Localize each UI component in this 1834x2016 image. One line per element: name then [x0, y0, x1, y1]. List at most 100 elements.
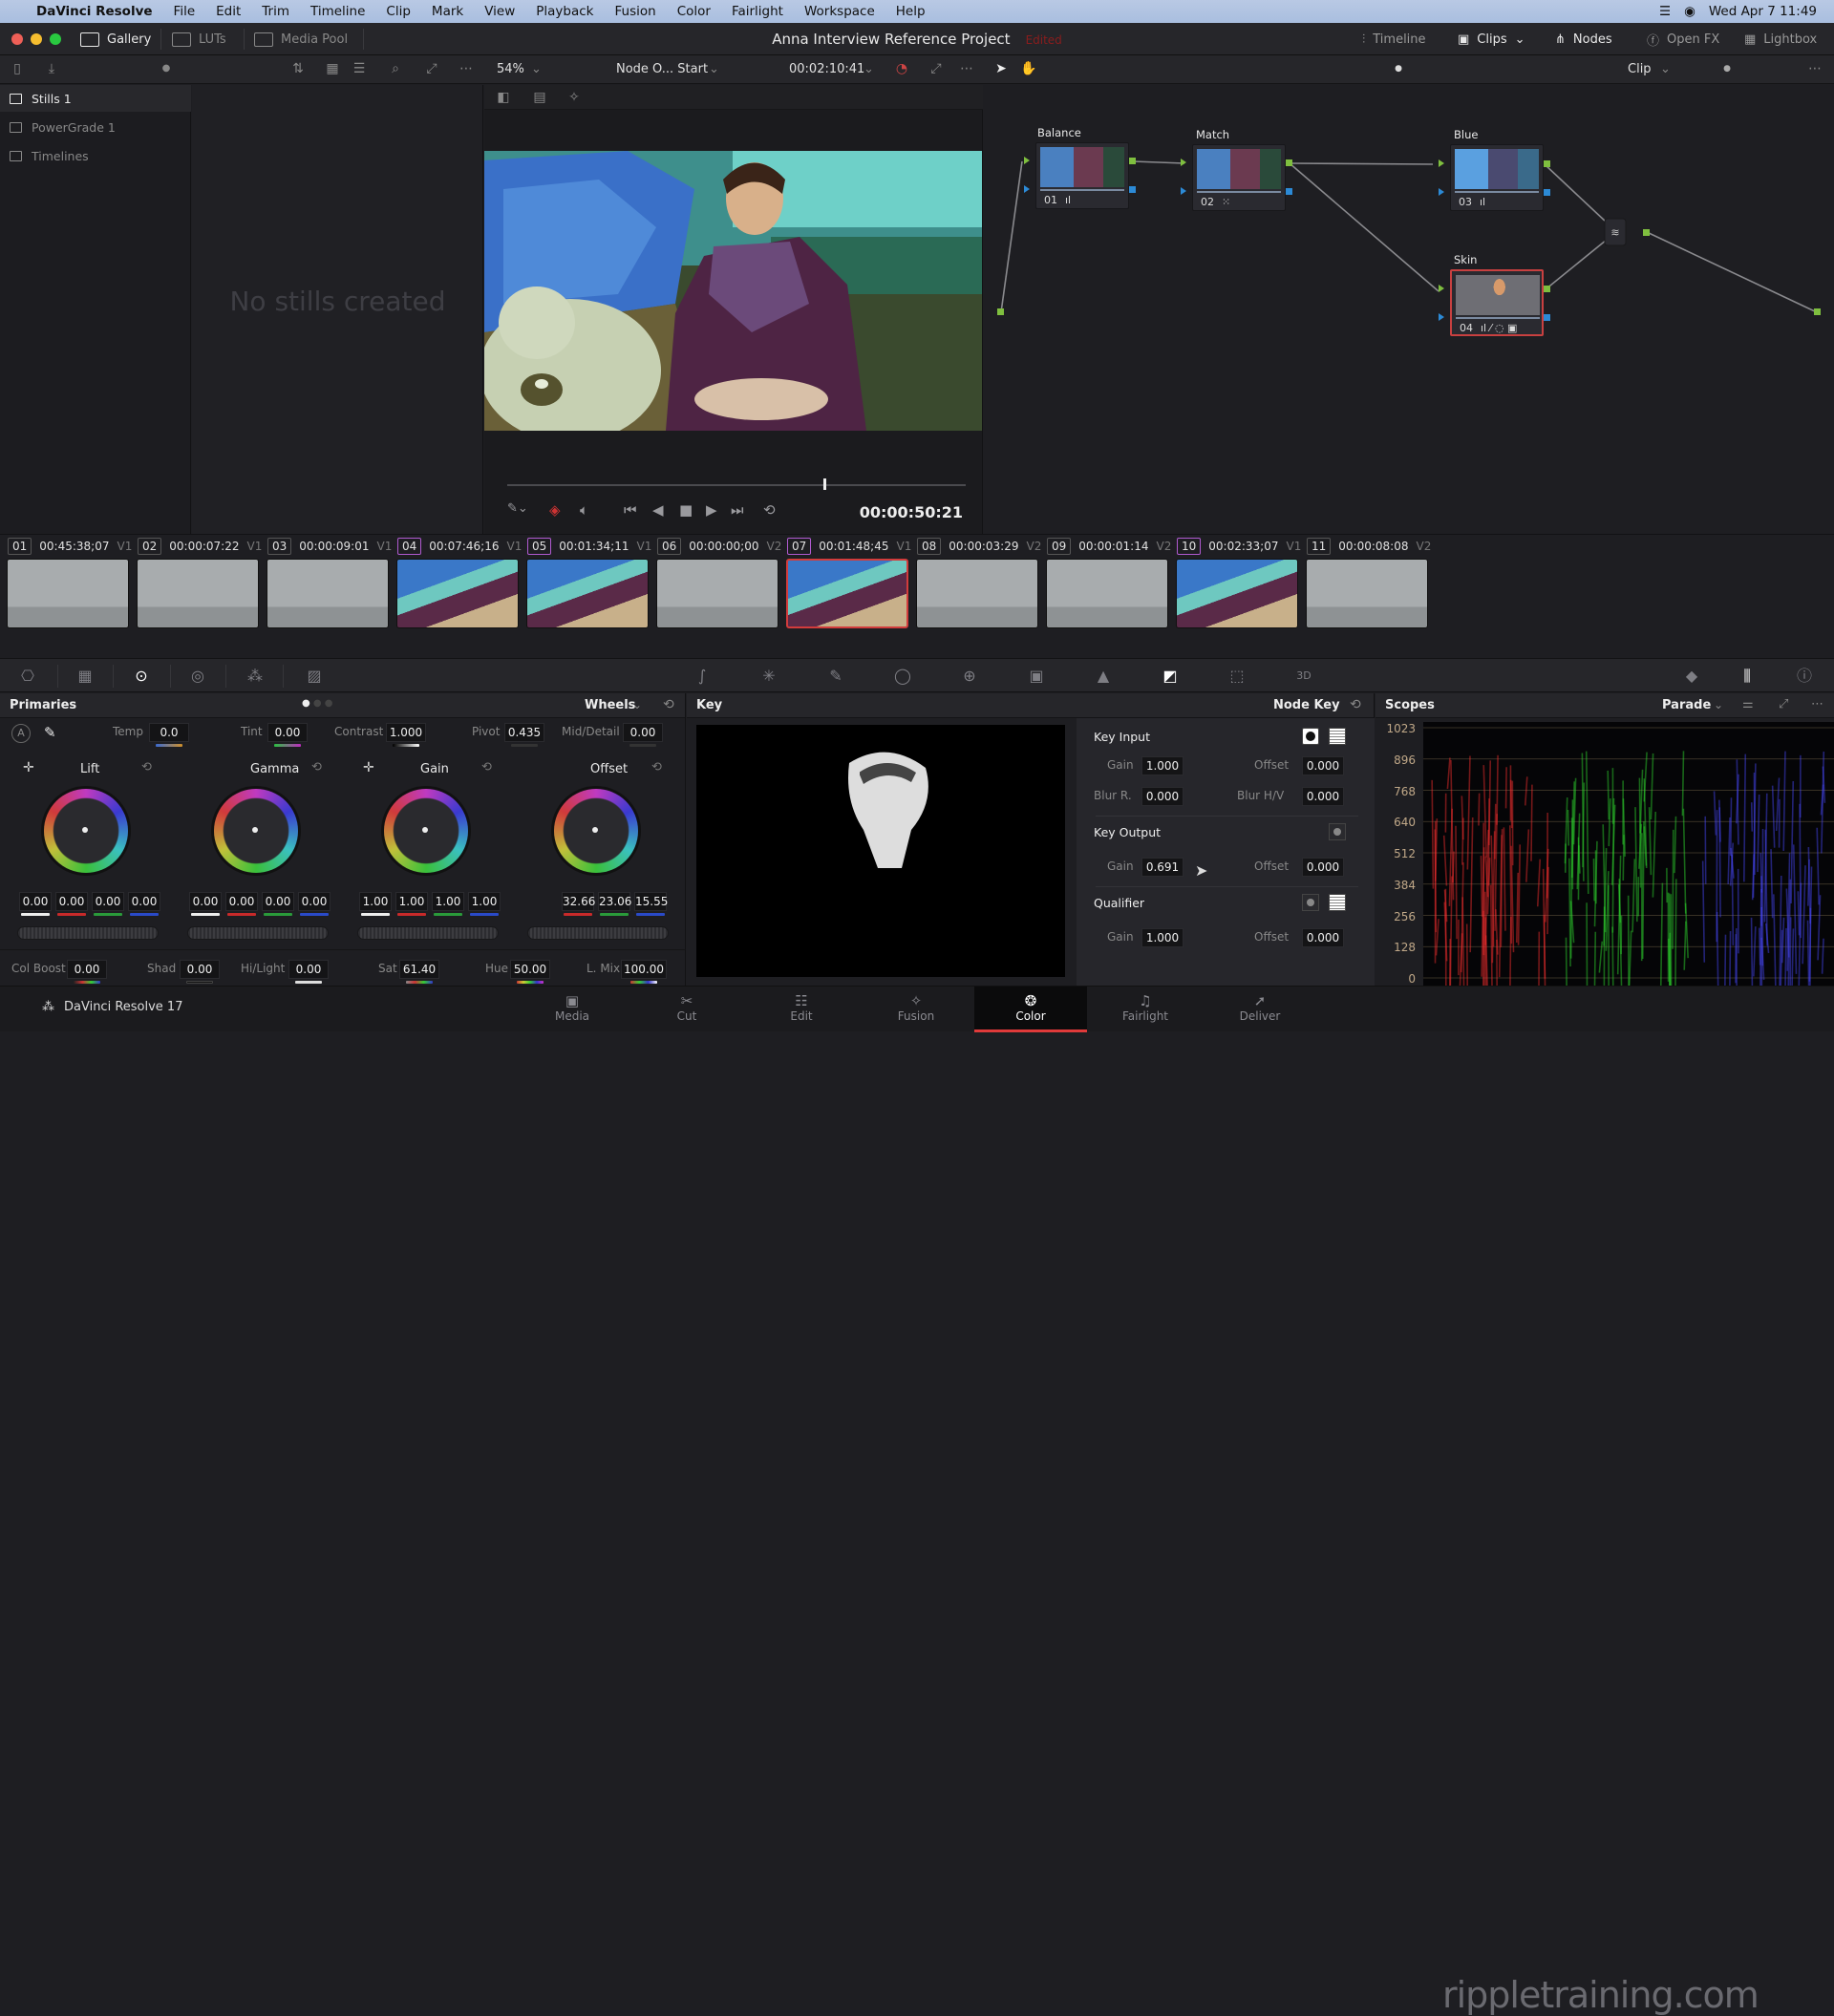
nodes-more-icon[interactable]: ⋯: [1807, 62, 1823, 75]
tint-field[interactable]: 0.00: [267, 723, 308, 742]
search-icon[interactable]: ⌕: [388, 62, 403, 75]
import-icon[interactable]: ⤓: [44, 62, 59, 75]
pivot-field[interactable]: 0.435: [504, 723, 544, 742]
luma-mix-field[interactable]: 100.00: [621, 960, 667, 979]
clip-thumbnail[interactable]: 0300:00:09:01V1: [260, 535, 390, 657]
node-slider[interactable]: ●: [1719, 62, 1735, 75]
blur-icon[interactable]: ▲: [1093, 668, 1114, 685]
node-skin[interactable]: 04ıl ⁄ ◌ ▣: [1450, 269, 1544, 336]
viewer-image[interactable]: [484, 151, 982, 431]
minimize-window-button[interactable]: [31, 33, 42, 45]
menu-file[interactable]: File: [174, 4, 196, 19]
qualifier-gain-field[interactable]: 1.000: [1141, 928, 1184, 947]
clip-thumbnail[interactable]: 0500:01:34;11V1: [520, 535, 650, 657]
clip-mode-dropdown[interactable]: Clip: [1628, 62, 1652, 76]
wheel-value-field[interactable]: 0.00: [19, 892, 52, 911]
album-powergrade-1[interactable]: PowerGrade 1: [10, 114, 116, 140]
node-key-output[interactable]: [1544, 189, 1550, 196]
go-to-end-icon[interactable]: ⏭︎: [731, 501, 744, 519]
master-wheel-jog[interactable]: [357, 926, 499, 940]
scope-expand-icon[interactable]: ⤢: [1779, 697, 1788, 711]
key-input-gain-field[interactable]: 1.000: [1141, 756, 1184, 775]
close-window-button[interactable]: [11, 33, 23, 45]
siri-icon[interactable]: ◉: [1684, 4, 1695, 19]
wheel-value-field[interactable]: 15.55: [634, 892, 667, 911]
wheel-value-field[interactable]: 32.66: [562, 892, 594, 911]
qualifier-icon[interactable]: ✎: [825, 668, 846, 685]
menu-trim[interactable]: Trim: [262, 4, 289, 19]
node-rgb-output[interactable]: [1544, 286, 1550, 292]
page-fairlight[interactable]: ♫Fairlight: [1089, 987, 1202, 1032]
node-editor[interactable]: ≋ Balance 01ıl Match 02⁙ Blue 03ıl Skin …: [984, 85, 1834, 534]
hand-tool-icon[interactable]: ✋: [1020, 62, 1035, 75]
menu-color[interactable]: Color: [677, 4, 711, 19]
wheel-reset-icon[interactable]: ⟲: [651, 760, 662, 775]
zoom-dropdown[interactable]: 54%: [497, 62, 524, 76]
wheel-value-field[interactable]: 1.00: [395, 892, 428, 911]
menu-fusion[interactable]: Fusion: [615, 4, 656, 19]
node-key-output[interactable]: [1129, 186, 1136, 193]
viewer-playhead[interactable]: [823, 478, 826, 490]
clip-thumbnail[interactable]: 1000:02:33;07V1: [1169, 535, 1299, 657]
key-output-gain-field[interactable]: 0.691: [1141, 858, 1184, 877]
mixer-output-port[interactable]: [1643, 229, 1650, 236]
qualifier-offset-field[interactable]: 0.000: [1302, 928, 1344, 947]
scope-settings-icon[interactable]: ⚌: [1742, 697, 1754, 711]
curves-icon[interactable]: ∫: [692, 668, 713, 685]
master-wheel-jog[interactable]: [527, 926, 669, 940]
loop-icon[interactable]: ⟲: [763, 501, 776, 519]
highlights-field[interactable]: 0.00: [288, 960, 329, 979]
more-icon[interactable]: ⋯: [458, 62, 474, 75]
grid-icon[interactable]: ▤: [532, 91, 547, 104]
album-stills-1[interactable]: Stills 1: [0, 85, 191, 112]
clip-thumbnail[interactable]: 0800:00:03:29V2: [909, 535, 1039, 657]
sort-icon[interactable]: ⇅: [290, 62, 306, 75]
page-fusion[interactable]: ✧Fusion: [860, 987, 972, 1032]
picker-crosshair-icon[interactable]: ✛: [23, 760, 34, 775]
clip-thumbnail[interactable]: 1100:00:08:08V2: [1299, 535, 1429, 657]
pointer-tool-icon[interactable]: ➤: [993, 62, 1009, 75]
clip-thumbnail[interactable]: 0200:00:07:22V1: [130, 535, 260, 657]
menu-fairlight[interactable]: Fairlight: [732, 4, 783, 19]
3d-icon[interactable]: 3D: [1293, 668, 1314, 685]
menu-clip[interactable]: Clip: [386, 4, 411, 19]
page-media[interactable]: ▣Media: [516, 987, 629, 1032]
page-deliver[interactable]: ➚Deliver: [1204, 987, 1316, 1032]
page-cut[interactable]: ✂Cut: [630, 987, 743, 1032]
wheel-value-field[interactable]: 23.06: [598, 892, 630, 911]
wheel-value-field[interactable]: 0.00: [92, 892, 124, 911]
info-icon[interactable]: ⓘ: [1794, 668, 1815, 685]
node-rgb-input[interactable]: [1439, 159, 1444, 167]
tab-timeline[interactable]: ⫶Timeline: [1362, 23, 1426, 55]
node-zoom-slider[interactable]: ●: [1391, 62, 1406, 75]
thumbnail-size-slider[interactable]: ●: [159, 62, 174, 75]
play-icon[interactable]: ▶: [706, 501, 717, 519]
clip-thumbnail[interactable]: 0100:45:38;07V1: [0, 535, 130, 657]
tab-gallery[interactable]: Gallery: [80, 23, 151, 55]
contrast-field[interactable]: 1.000: [386, 723, 426, 742]
viewer-scrubber[interactable]: [507, 484, 966, 486]
scope-more-icon[interactable]: ⋯: [1811, 697, 1823, 711]
bypass-icon[interactable]: ◔: [894, 62, 909, 75]
wheel-value-field[interactable]: 0.00: [128, 892, 160, 911]
temp-field[interactable]: 0.0: [149, 723, 189, 742]
album-timelines[interactable]: Timelines: [10, 142, 89, 169]
wheel-value-field[interactable]: 0.00: [189, 892, 222, 911]
wheel-value-field[interactable]: 0.00: [225, 892, 258, 911]
tab-lightbox[interactable]: ▦Lightbox: [1744, 23, 1817, 55]
scope-type-dropdown[interactable]: Parade: [1662, 698, 1711, 712]
node-match[interactable]: 02⁙: [1192, 144, 1286, 211]
blur-radius-field[interactable]: 0.000: [1141, 787, 1184, 806]
auto-balance-button[interactable]: A: [11, 724, 31, 743]
wheel-reset-icon[interactable]: ⟲: [481, 760, 492, 775]
page-indicator[interactable]: ● ● ●: [302, 698, 333, 709]
mid-detail-field[interactable]: 0.00: [623, 723, 663, 742]
hue-field[interactable]: 50.00: [510, 960, 550, 979]
wheel-value-field[interactable]: 1.00: [432, 892, 464, 911]
wheel-reset-icon[interactable]: ⟲: [141, 760, 152, 775]
menu-timeline[interactable]: Timeline: [310, 4, 365, 19]
wheel-value-field[interactable]: 0.00: [298, 892, 331, 911]
keyframes-icon[interactable]: ◆: [1681, 668, 1702, 685]
node-rgb-input[interactable]: [1439, 285, 1444, 292]
node-blue[interactable]: 03ıl: [1450, 144, 1544, 211]
